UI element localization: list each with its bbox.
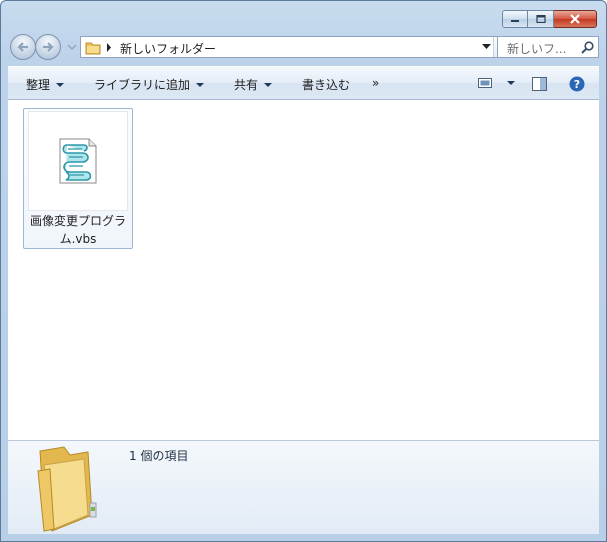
- maximize-button[interactable]: [528, 10, 554, 28]
- details-pane: 1 個の項目: [8, 440, 599, 534]
- organize-menu-button[interactable]: 整理: [26, 76, 65, 93]
- vbs-script-icon: [59, 138, 97, 184]
- share-dropdown-icon: [264, 82, 273, 87]
- file-thumbnail: [28, 111, 128, 211]
- organize-dropdown-icon: [56, 82, 65, 87]
- explorer-window: 新しいフォルダー 新しいフ... 整理 ライブラリに追加 共有 書き込む » ?…: [0, 0, 607, 542]
- search-placeholder: 新しいフ...: [507, 42, 567, 56]
- file-item[interactable]: 画像変更プログラム.vbs: [23, 108, 133, 249]
- organize-label: 整理: [26, 78, 51, 92]
- help-button[interactable]: ?: [569, 76, 585, 92]
- back-arrow-icon: [17, 42, 28, 52]
- folder-icon: [37, 446, 97, 532]
- maximize-icon: [535, 15, 546, 23]
- command-bar: 整理 ライブラリに追加 共有 書き込む » ?: [8, 66, 599, 100]
- close-icon: [570, 14, 580, 24]
- more-commands-label: »: [372, 76, 380, 90]
- minimize-icon: [511, 20, 519, 22]
- share-menu-button[interactable]: 共有: [234, 76, 273, 93]
- breadcrumb-current-folder[interactable]: 新しいフォルダー: [120, 40, 216, 57]
- svg-text:?: ?: [574, 78, 580, 91]
- more-commands-button[interactable]: »: [372, 76, 379, 90]
- file-list-pane[interactable]: 画像変更プログラム.vbs: [8, 100, 599, 440]
- history-dropdown-button[interactable]: [68, 42, 76, 52]
- dropdown-arrow-icon[interactable]: [482, 44, 491, 50]
- folder-icon: [85, 42, 101, 55]
- view-dropdown-icon: [507, 81, 515, 85]
- file-name: 画像変更プログラム.vbs: [29, 214, 126, 246]
- help-icon: ?: [569, 76, 585, 92]
- history-dropdown-icon: [68, 44, 76, 50]
- search-icon[interactable]: [581, 41, 594, 54]
- minimize-button[interactable]: [502, 10, 528, 28]
- navigation-bar: 新しいフォルダー 新しいフ...: [10, 34, 599, 60]
- share-label: 共有: [234, 78, 259, 92]
- forward-arrow-icon: [43, 42, 54, 52]
- close-button[interactable]: [554, 10, 597, 28]
- breadcrumb-separator-icon[interactable]: [106, 43, 112, 52]
- change-view-button[interactable]: [478, 77, 515, 89]
- back-button[interactable]: [10, 34, 36, 60]
- burn-label: 書き込む: [302, 78, 351, 92]
- include-in-library-dropdown-icon: [196, 82, 205, 87]
- change-view-icon: [478, 78, 492, 88]
- forward-button[interactable]: [35, 34, 61, 60]
- item-count: 1 個の項目: [129, 449, 189, 463]
- address-bar[interactable]: 新しいフォルダー: [80, 36, 520, 58]
- caption-buttons: [502, 10, 597, 28]
- include-in-library-button[interactable]: ライブラリに追加: [94, 76, 205, 93]
- burn-button[interactable]: 書き込む: [302, 76, 350, 93]
- include-in-library-label: ライブラリに追加: [94, 78, 191, 92]
- preview-pane-button[interactable]: [532, 77, 547, 91]
- search-box[interactable]: 新しいフ...: [497, 36, 599, 58]
- preview-pane-icon: [532, 77, 547, 91]
